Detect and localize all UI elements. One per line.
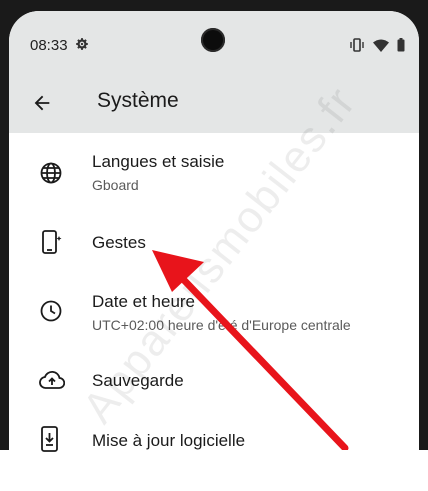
settings-item-label: Gestes [92,233,146,252]
settings-item-label: Sauvegarde [92,371,184,390]
settings-item-label: Langues et saisie [92,152,225,171]
settings-item-date-time[interactable]: Date et heure UTC+02:00 heure d'été d'Eu… [9,281,419,345]
clock-icon [39,299,63,328]
front-camera [201,28,225,52]
settings-item-summary: UTC+02:00 heure d'été d'Europe centrale [92,317,351,333]
vibrate-icon [349,38,365,57]
settings-item-summary: Gboard [92,177,139,193]
globe-icon [39,161,63,190]
page-title: Système [97,89,179,112]
cloud-upload-icon [39,370,66,395]
settings-item-label: Date et heure [92,292,196,311]
status-bar: 08:33 [9,11,419,73]
settings-item-languages[interactable]: Langues et saisie Gboard [9,143,419,207]
status-time: 08:33 [30,37,68,54]
system-update-icon [39,426,61,457]
arrow-left-icon[interactable] [31,92,53,119]
status-icons [349,38,405,57]
phone-screen: 08:33 Système Langues et saisie Gboard G… [9,11,419,471]
phone-gesture-icon [39,229,63,260]
gear-icon [75,37,89,56]
wifi-icon [373,39,389,57]
settings-item-backup[interactable]: Sauvegarde [9,357,419,407]
settings-item-label: Mise à jour logicielle [92,431,246,450]
settings-item-gestures[interactable]: Gestes [9,219,419,269]
battery-icon [397,38,405,57]
settings-item-system-update[interactable]: Mise à jour logicielle [9,419,419,469]
app-bar: Système [9,73,419,133]
